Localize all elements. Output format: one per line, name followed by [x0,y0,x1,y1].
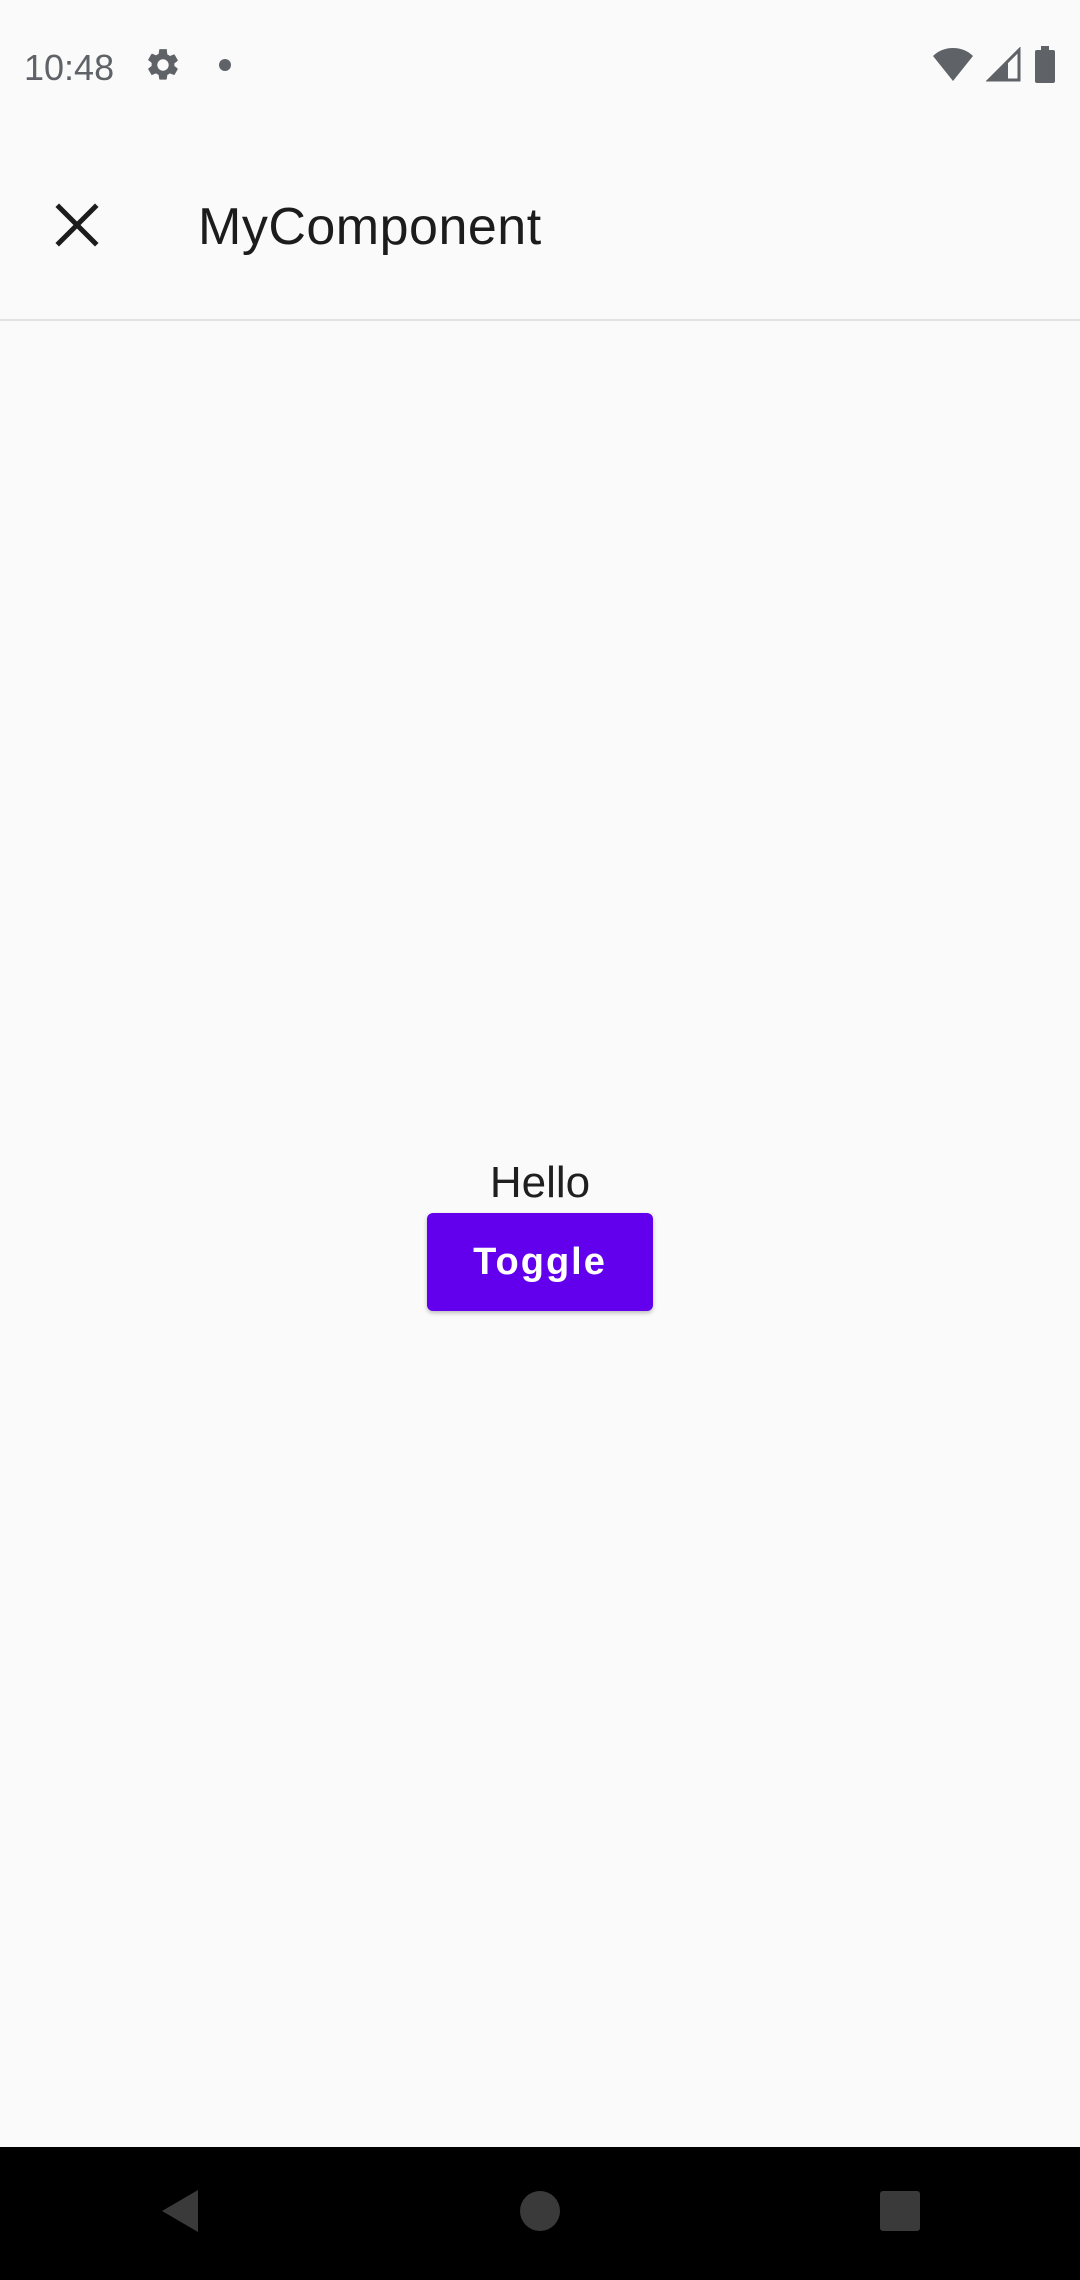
signal-icon [985,46,1022,88]
navigation-bar [0,2147,1080,2280]
status-bar: 10:48 [0,0,1080,135]
status-time: 10:48 [24,46,115,88]
battery-icon [1034,46,1056,89]
toggle-button[interactable]: Toggle [427,1213,653,1311]
status-right-icons [932,46,1056,89]
page-title: MyComponent [198,198,542,256]
screen: 10:48 MyComponent Hello Toggle [0,0,1080,2280]
recents-icon [879,2190,921,2237]
settings-icon [144,46,182,89]
home-button[interactable] [480,2154,600,2274]
main-content: Hello Toggle [0,321,1080,2147]
back-icon [160,2188,200,2239]
close-icon [54,202,100,253]
status-left-icons [144,46,232,89]
back-button[interactable] [120,2154,240,2274]
close-button[interactable] [22,172,132,282]
wifi-icon [932,47,974,88]
app-bar: MyComponent [0,135,1080,321]
notification-dot-icon [218,58,232,77]
greeting-text: Hello [489,1158,591,1207]
home-icon [519,2190,561,2237]
recents-button[interactable] [840,2154,960,2274]
